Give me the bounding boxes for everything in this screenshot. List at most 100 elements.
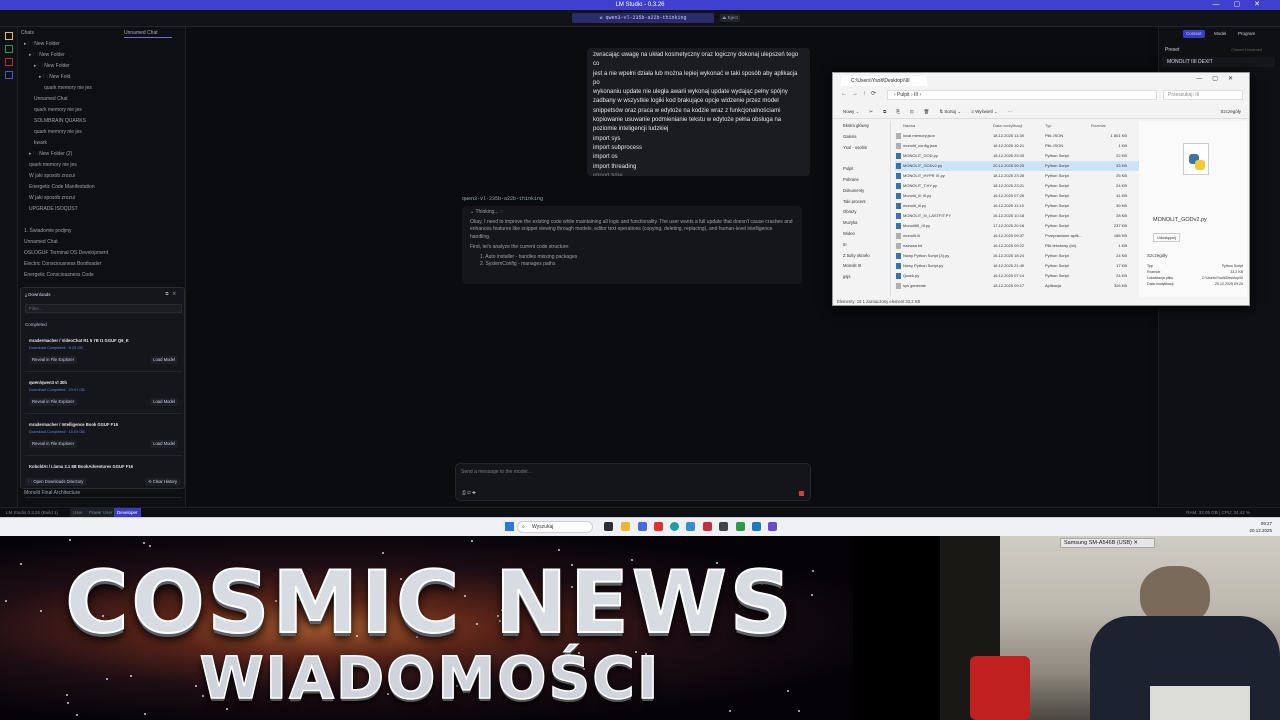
file-row[interactable]: MONOLIT_III_LASTFIT.PY 16.12.2025 10:18 Py… xyxy=(895,211,1143,221)
sidebar-item[interactable]: quark memory nie jes xyxy=(18,83,185,94)
file-row[interactable]: Quark.py 16.12.2025 07:14 Python Script 24 … xyxy=(895,271,1143,281)
sidebar-item[interactable]: 1. Świadomie podjmy xyxy=(18,226,185,237)
column-header[interactable]: Rozmiar xyxy=(1091,121,1127,131)
file-row[interactable]: MONOLIT_GODv2.py 20.12.2025 09:25 Python S… xyxy=(895,161,1143,171)
taskbar-clock[interactable]: 09:27 20.12.2025 xyxy=(1249,520,1272,534)
file-row[interactable]: nazwaa.txt 16.12.2025 09:22 Plik tekstowy … xyxy=(895,241,1143,251)
attach-icon[interactable]: ⎙ ⊡ ✚ xyxy=(462,490,476,496)
toolbar-button[interactable]: Nowy ⌄ xyxy=(843,109,859,114)
sidebar-item[interactable]: OSLOGUF Terminal OS Development xyxy=(18,248,185,259)
thinking-header[interactable]: ⌄ Thinking... ◌ xyxy=(470,209,794,217)
load-model-button[interactable]: Load Model xyxy=(150,356,178,364)
toolbar-button[interactable]: ⇅ Sortuj ⌄ xyxy=(939,109,961,114)
file-explorer-icon[interactable] xyxy=(621,522,630,531)
share-button[interactable]: Udostępnij xyxy=(1153,233,1180,242)
nav-item[interactable]: Pobrane xyxy=(843,175,890,186)
toolbar-button[interactable]: ✂ xyxy=(869,109,873,114)
lm-studio-icon[interactable] xyxy=(768,522,777,531)
nav-item[interactable]: Monolit III xyxy=(843,261,890,272)
sidebar-item[interactable]: Energetic Code Manifestation xyxy=(18,182,185,193)
search-input[interactable]: Przeszukaj: III xyxy=(1163,90,1243,100)
file-row[interactable]: MONOLIT_HYPR IX.py 18.12.2025 23:28 Python… xyxy=(895,171,1143,181)
taskbar-search[interactable]: ⌕ Wyszukaj xyxy=(517,521,593,533)
clear-history-button[interactable]: ⟲ Clear History xyxy=(145,478,180,486)
search-icon[interactable] xyxy=(4,71,13,79)
sidebar-item[interactable]: SOLMBRAIN QUARKS xyxy=(18,116,185,127)
window-controls[interactable]: —▢✕ xyxy=(1196,75,1243,82)
reveal-in-explorer-button[interactable]: Reveal in File Explorer xyxy=(29,398,78,406)
file-row[interactable]: sys generate 18.12.2025 09:17 Aplikacja 326… xyxy=(895,281,1143,291)
file-row[interactable]: local memory.json 18.12.2025 11:38 Plik JS… xyxy=(895,131,1143,141)
chat-tab[interactable]: Unnamed Chat xyxy=(124,28,172,38)
file-row[interactable]: MONOLIT_T.HY.py 18.12.2025 23:21 Python Sc… xyxy=(895,181,1143,191)
file-row[interactable]: MonolitIII_III.py 17.12.2025 20:18 Python … xyxy=(895,221,1143,231)
nav-item[interactable]: Z 5uity okrarło xyxy=(843,251,890,262)
file-row[interactable]: monolit_iii.py 16.12.2025 11:19 Python Scr… xyxy=(895,201,1143,211)
explorer-tab[interactable]: C:\Users\Ysolt\Desktop\\III xyxy=(841,76,927,86)
nav-item[interactable]: Pulpit xyxy=(843,164,890,175)
reveal-in-explorer-button[interactable]: Reveal in File Explorer xyxy=(29,356,78,364)
toolbar-button[interactable]: 🗑 xyxy=(924,109,930,114)
chat-icon[interactable] xyxy=(4,32,13,40)
nav-item[interactable]: Dokumenty xyxy=(843,186,890,197)
load-model-button[interactable]: Load Model xyxy=(150,398,178,406)
sidebar-item[interactable]: quark memory nie jes xyxy=(18,127,185,138)
vscode-icon[interactable] xyxy=(752,522,761,531)
toolbar-button[interactable]: ⋯ xyxy=(1008,109,1013,114)
task-view-icon[interactable] xyxy=(604,522,613,531)
details-button[interactable]: Szczegóły xyxy=(1220,105,1241,119)
sidebar-item[interactable]: ▸ 🗀 New Folder xyxy=(18,61,185,72)
nav-arrows-icon[interactable]: ←→↑⟳ xyxy=(841,90,881,97)
sidebar-item[interactable]: quark memory nie jes xyxy=(18,160,185,171)
sidebar-item[interactable]: quark memory nie jes xyxy=(18,105,185,116)
sidebar-item[interactable]: Unnamed Chat xyxy=(18,237,185,248)
toolbar-button[interactable]: ⧉ xyxy=(883,109,886,114)
toolbar-button[interactable]: ⊡ xyxy=(910,109,914,114)
toolbar-button[interactable]: ≡ Wyświetl ⌄ xyxy=(971,109,998,114)
edge-icon[interactable] xyxy=(670,522,679,531)
file-row[interactable]: monolit_config.json 16.12.2025 10:21 Plik … xyxy=(895,141,1143,151)
address-bar[interactable]: › Pulpit › III › xyxy=(887,90,1157,100)
nav-item[interactable]: gsjs xyxy=(843,272,890,283)
filter-input[interactable]: Filter... xyxy=(25,304,182,313)
nav-item[interactable]: Taki procent xyxy=(843,197,890,208)
app-icon[interactable] xyxy=(719,522,728,531)
nav-item[interactable]: Ysol - osobis xyxy=(843,143,890,154)
sidebar-item[interactable]: ▸ 🗀 New Folder xyxy=(18,39,185,50)
file-row[interactable]: Monolit_III III.py 16.12.2025 07:26 Python… xyxy=(895,191,1143,201)
reveal-in-explorer-button[interactable]: Reveal in File Explorer xyxy=(29,440,78,448)
thinking-block[interactable]: ⌄ Thinking... ◌ Okay, I need to improve … xyxy=(462,206,802,284)
file-row[interactable]: Nowy Python Script.py 16.12.2025 21:49 Pyt… xyxy=(895,261,1143,271)
nav-item[interactable]: Wideo xyxy=(843,229,890,240)
sidebar-item[interactable]: ▸ 🗀 New Folder (2) xyxy=(18,149,185,160)
toolbar-button[interactable]: ⎘ xyxy=(896,109,900,114)
column-header[interactable]: Data modyfikacji xyxy=(993,121,1043,131)
sidebar-item[interactable]: Electric Consciousness Bootloader xyxy=(18,259,185,270)
nav-item[interactable]: Galeria xyxy=(843,132,890,143)
sidebar-item[interactable]: W jaki sposób zrozui xyxy=(18,193,185,204)
chrome-icon[interactable] xyxy=(686,522,695,531)
models-icon[interactable] xyxy=(4,58,13,66)
tab-program[interactable]: Program xyxy=(1235,30,1258,38)
developer-icon[interactable] xyxy=(4,45,13,53)
file-row[interactable]: Nowy Python Script (3).py 16.12.2025 18:2… xyxy=(895,251,1143,261)
column-header[interactable]: Nazwa xyxy=(903,121,983,131)
sidebar-item[interactable] xyxy=(18,215,185,226)
sidebar-item[interactable]: kwark xyxy=(18,138,185,149)
sidebar-item[interactable]: UPGRADE ISOQUST xyxy=(18,204,185,215)
nav-item[interactable]: Ekstra główny xyxy=(843,121,890,132)
eject-button[interactable]: ⏏ Eject xyxy=(720,14,740,22)
tab-context[interactable]: Context xyxy=(1183,30,1205,38)
file-row[interactable]: MONOLIT_GOD.py 18.12.2025 23:33 Python Scr… xyxy=(895,151,1143,161)
nav-item[interactable]: Muzyka xyxy=(843,218,890,229)
stop-icon[interactable] xyxy=(799,491,804,496)
close-icon[interactable]: ⧉✕ xyxy=(165,291,180,296)
start-icon[interactable] xyxy=(505,522,514,531)
sidebar-item[interactable]: ▸ 🗀 New Fold xyxy=(18,72,185,83)
nav-item[interactable] xyxy=(843,153,890,164)
sidebar-item[interactable]: Energetic Consciousness Code xyxy=(18,270,185,281)
open-downloads-button[interactable]: 🗀 Open Downloads Directory xyxy=(25,478,87,486)
preset-select[interactable]: MONOLIT IIII DEXIT xyxy=(1163,57,1275,67)
file-row[interactable]: monolit.iii 16.12.2025 09:37 Przeprawione … xyxy=(895,231,1143,241)
brave-icon[interactable] xyxy=(654,522,663,531)
